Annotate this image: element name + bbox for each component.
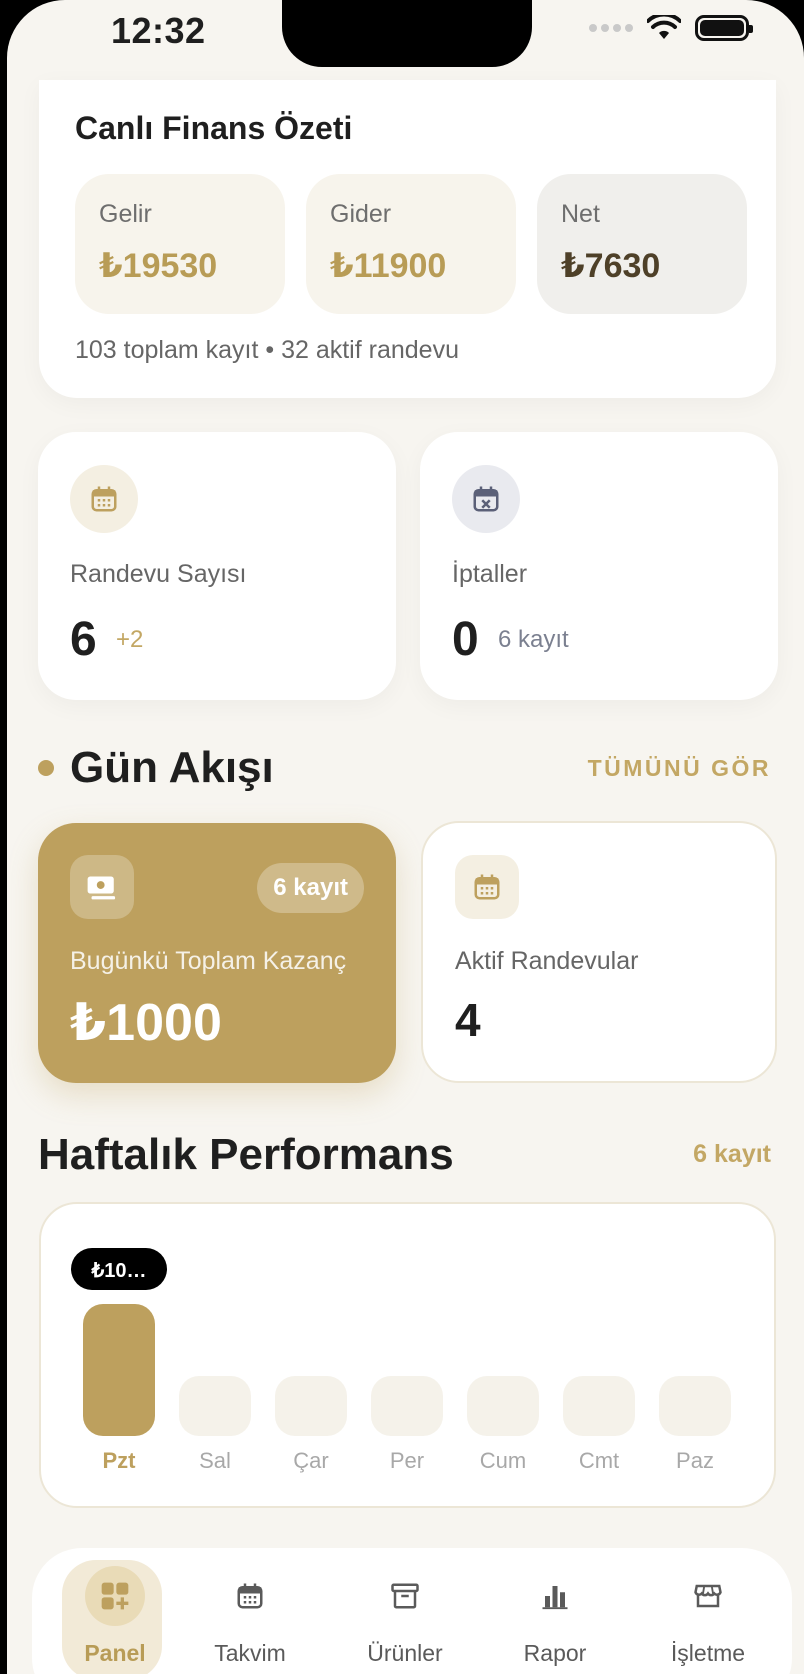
today-earnings-card[interactable]: 6 kayıt Bugünkü Toplam Kazanç ₺1000 <box>38 823 396 1083</box>
tick-label-çar: Çar <box>293 1448 328 1473</box>
appointments-card[interactable]: Randevu Sayısı 6 +2 <box>38 432 396 700</box>
see-all-link[interactable]: TÜMÜNÜ GÖR <box>588 755 771 782</box>
net-stat: Net ₺7630 <box>537 174 747 314</box>
nav-label-takvim: Takvim <box>214 1640 286 1666</box>
appointments-label: Randevu Sayısı <box>70 560 247 588</box>
nav-item-urunler[interactable]: Ürünler <box>350 1566 460 1667</box>
weekly-count: 6 kayıt <box>693 1140 771 1168</box>
earnings-value: ₺1000 <box>70 994 222 1052</box>
section-dot <box>38 760 54 776</box>
calendar-icon <box>220 1566 280 1626</box>
nav-item-panel[interactable]: Panel <box>60 1560 170 1674</box>
income-label: Gelir <box>99 200 152 228</box>
dynamic-island <box>282 0 532 67</box>
cash-icon <box>70 855 134 919</box>
appointments-delta: +2 <box>116 626 144 653</box>
nav-label-urunler: Ürünler <box>367 1640 443 1666</box>
nav-label-panel: Panel <box>84 1640 146 1666</box>
bar-çar[interactable] <box>275 1376 347 1436</box>
archive-box-icon <box>375 1566 435 1626</box>
finance-title: Canlı Finans Özeti <box>75 110 353 146</box>
signal-icon <box>589 24 633 32</box>
bar-per[interactable] <box>371 1376 443 1436</box>
net-label: Net <box>561 200 600 228</box>
nav-label-rapor: Rapor <box>523 1640 587 1666</box>
nav-label-isletme: İşletme <box>670 1640 746 1666</box>
calendar-x-icon <box>452 465 520 533</box>
bar-cum[interactable] <box>467 1376 539 1436</box>
nav-item-takvim[interactable]: Takvim <box>195 1566 305 1667</box>
cancellations-card[interactable]: İptaller 0 6 kayıt <box>420 432 778 700</box>
calendar-icon <box>455 855 519 919</box>
calendar-icon <box>70 465 138 533</box>
expense-value: ₺11900 <box>330 247 447 285</box>
weekly-bar-chart: Pzt Sal Çar Per Cum Cmt Paz ₺10… <box>71 1248 731 1473</box>
cancellations-label: İptaller <box>452 560 528 588</box>
nav-item-isletme[interactable]: İşletme <box>653 1566 763 1667</box>
bar-tooltip-label: ₺10… <box>91 1260 147 1282</box>
cancellations-value: 0 <box>452 613 479 666</box>
tick-label-paz: Paz <box>676 1448 714 1473</box>
status-icons <box>589 15 753 41</box>
appointments-value: 6 <box>70 613 97 666</box>
weekly-chart-card: Pzt Sal Çar Per Cum Cmt Paz ₺10… <box>39 1202 776 1508</box>
bar-chart-icon <box>525 1566 585 1626</box>
day-flow-title: Gün Akışı <box>70 743 274 792</box>
tick-label-cum: Cum <box>480 1448 526 1473</box>
earnings-label: Bugünkü Toplam Kazanç <box>70 947 347 975</box>
tick-label-per: Per <box>390 1448 424 1473</box>
status-time: 12:32 <box>111 10 206 51</box>
active-appointments-card[interactable]: Aktif Randevular 4 <box>421 821 777 1083</box>
tick-label-pzt: Pzt <box>103 1448 137 1473</box>
bar-paz[interactable] <box>659 1376 731 1436</box>
earnings-badge: 6 kayıt <box>257 863 364 913</box>
tick-label-cmt: Cmt <box>579 1448 619 1473</box>
income-value: ₺19530 <box>99 247 218 285</box>
active-appointments-label: Aktif Randevular <box>455 947 639 975</box>
net-value: ₺7630 <box>561 247 661 285</box>
bar-pzt[interactable] <box>83 1304 155 1436</box>
weekly-title: Haftalık Performans <box>38 1130 454 1179</box>
app-screen: 12:32 Canlı Finans Özeti Gelir ₺19530 Gi… <box>7 0 804 1674</box>
tick-label-sal: Sal <box>199 1448 231 1473</box>
expense-stat: Gider ₺11900 <box>306 174 516 314</box>
expense-label: Gider <box>330 200 392 228</box>
bottom-nav: Panel Takvim Ürünler Rapor İşletme <box>32 1548 792 1674</box>
bar-cmt[interactable] <box>563 1376 635 1436</box>
bar-sal[interactable] <box>179 1376 251 1436</box>
active-appointments-value: 4 <box>455 994 481 1046</box>
battery-icon <box>695 15 753 41</box>
dashboard-add-icon <box>85 1566 145 1626</box>
nav-item-rapor[interactable]: Rapor <box>500 1566 610 1667</box>
finance-summary-card: Canlı Finans Özeti Gelir ₺19530 Gider ₺1… <box>39 80 776 398</box>
finance-note: 103 toplam kayıt • 32 aktif randevu <box>75 336 459 364</box>
cancellations-sub: 6 kayıt <box>498 626 569 653</box>
wifi-icon <box>647 15 681 39</box>
income-stat: Gelir ₺19530 <box>75 174 285 314</box>
store-icon <box>678 1566 738 1626</box>
